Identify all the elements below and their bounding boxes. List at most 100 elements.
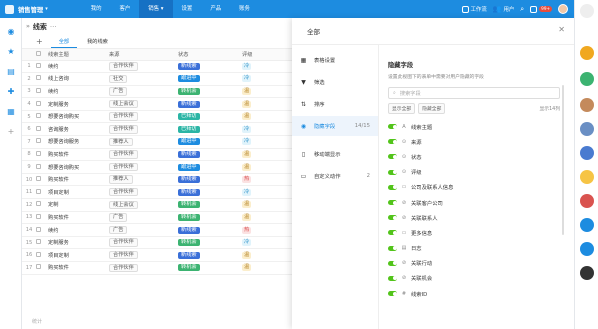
visibility-toggle[interactable]	[388, 291, 397, 297]
contact-avatar[interactable]	[580, 122, 594, 136]
row-checkbox[interactable]	[36, 160, 46, 174]
nav-item[interactable]: 客户	[111, 0, 140, 18]
cell-theme[interactable]: 购买软件	[46, 211, 109, 225]
visibility-toggle[interactable]	[388, 200, 397, 206]
nav-item[interactable]: 设置	[173, 0, 202, 18]
visibility-toggle[interactable]	[388, 245, 397, 251]
more-icon[interactable]: ···	[50, 23, 57, 31]
panel-menu-item[interactable]: ⇅ 排序	[292, 94, 378, 114]
row-checkbox[interactable]	[36, 185, 46, 200]
cell-theme[interactable]: 项目定制	[46, 248, 109, 262]
cell-theme[interactable]: 续约	[46, 60, 109, 74]
contact-avatar[interactable]	[580, 98, 594, 112]
row-checkbox[interactable]	[36, 223, 46, 237]
workflow-button[interactable]: 工作流	[461, 5, 487, 13]
cell-theme[interactable]: 定制服务	[46, 97, 109, 111]
row-checkbox[interactable]	[36, 60, 46, 74]
cell-theme[interactable]: 想要咨询服务	[46, 135, 109, 149]
cell-theme[interactable]: 咨询服务	[46, 122, 109, 137]
row-checkbox[interactable]	[36, 110, 46, 124]
row-checkbox[interactable]	[36, 148, 46, 162]
cell-theme[interactable]: 定制	[46, 198, 109, 212]
visibility-toggle[interactable]	[388, 230, 397, 236]
visibility-toggle[interactable]	[388, 154, 397, 160]
notification-button[interactable]: 99+	[530, 5, 552, 13]
select-all-checkbox[interactable]	[36, 49, 46, 61]
panel-menu-item[interactable]: ▦ 表格设置	[292, 50, 378, 70]
chart-icon[interactable]: ▤	[7, 68, 15, 76]
column-header-rating[interactable]: 评级	[242, 49, 292, 61]
table-row[interactable]: 8 购买软件 合作伙伴 新线索 温	[22, 148, 292, 162]
table-row[interactable]: 11 项目定制 合作伙伴 新线索 冷	[22, 185, 292, 200]
row-checkbox[interactable]	[36, 85, 46, 99]
cell-theme[interactable]: 定制服务	[46, 236, 109, 250]
table-row[interactable]: 17 购买软件 合作伙伴 转机会 温	[22, 261, 292, 275]
table-row[interactable]: 12 定制 线上会议 转机会 温	[22, 198, 292, 212]
cell-theme[interactable]: 续约	[46, 85, 109, 99]
visibility-toggle[interactable]	[388, 260, 397, 266]
row-checkbox[interactable]	[36, 97, 46, 111]
puzzle-icon[interactable]: ✚	[7, 88, 15, 96]
row-checkbox[interactable]	[36, 198, 46, 212]
table-row[interactable]: 10 购买软件 推荐人 新线索 热	[22, 173, 292, 187]
building-icon[interactable]: ▦	[7, 108, 15, 116]
table-row[interactable]: 4 定制服务 线上会议 新线索 温	[22, 97, 292, 111]
visibility-toggle[interactable]	[388, 215, 397, 221]
row-checkbox[interactable]	[36, 211, 46, 225]
contact-avatar[interactable]	[580, 194, 594, 208]
table-row[interactable]: 14 续约 广告 新线索 热	[22, 223, 292, 237]
nav-item[interactable]: 销售 ▾	[139, 0, 173, 18]
send-icon[interactable]	[580, 46, 594, 60]
contact-avatar[interactable]	[580, 146, 594, 160]
column-header-status[interactable]: 状态	[178, 49, 242, 61]
hide-all-button[interactable]: 隐藏全部	[418, 103, 446, 114]
row-checkbox[interactable]	[36, 122, 46, 137]
cell-theme[interactable]: 想要咨询购买	[46, 160, 109, 174]
emoji-avatar[interactable]	[580, 170, 594, 184]
cell-theme[interactable]: 项目定制	[46, 185, 109, 200]
visibility-toggle[interactable]	[388, 169, 397, 175]
group-chat-icon[interactable]	[580, 242, 594, 256]
cell-theme[interactable]: 想要咨询购买	[46, 110, 109, 124]
show-all-button[interactable]: 显示全部	[388, 103, 416, 114]
search-button[interactable]: ⌕	[520, 5, 524, 14]
table-row[interactable]: 3 续约 广告 转机会 温	[22, 85, 292, 99]
table-row[interactable]: 15 定制服务 合作伙伴 转机会 冷	[22, 236, 292, 250]
panel-menu-item[interactable]: ▯ 移动端显示	[292, 144, 378, 164]
row-checkbox[interactable]	[36, 135, 46, 149]
contact-avatar[interactable]	[580, 266, 594, 280]
chat-icon[interactable]	[580, 218, 594, 232]
table-row[interactable]: 7 想要咨询服务 推荐人 跟进中 冷	[22, 135, 292, 149]
nav-item[interactable]: 产品	[201, 0, 230, 18]
panel-menu-item[interactable]: ◉ 隐藏字段 14/15	[292, 116, 378, 136]
table-row[interactable]: 9 想要咨询购买 合作伙伴 跟进中 温	[22, 160, 292, 174]
row-checkbox[interactable]	[36, 236, 46, 250]
panel-menu-item[interactable]: ▭ 自定义动作 2	[292, 166, 378, 186]
table-row[interactable]: 6 咨询服务 合作伙伴 已拜访 冷	[22, 122, 292, 137]
visibility-toggle[interactable]	[388, 275, 397, 281]
check-icon[interactable]	[580, 72, 594, 86]
row-checkbox[interactable]	[36, 248, 46, 262]
app-title[interactable]: 销售管理	[18, 5, 43, 14]
cell-theme[interactable]: 购买软件	[46, 148, 109, 162]
row-checkbox[interactable]	[36, 261, 46, 275]
table-row[interactable]: 2 线上咨询 社交 跟进中 冷	[22, 72, 292, 86]
add-icon[interactable]: +	[7, 128, 15, 136]
row-checkbox[interactable]	[36, 72, 46, 86]
tab-all[interactable]: 全部	[50, 36, 78, 48]
star-icon[interactable]: ★	[7, 48, 15, 56]
add-view-icon[interactable]: +	[36, 37, 43, 46]
table-row[interactable]: 13 购买软件 广告 转机会 温	[22, 211, 292, 225]
visibility-toggle[interactable]	[388, 124, 397, 130]
scrollbar[interactable]	[562, 85, 564, 235]
row-checkbox[interactable]	[36, 173, 46, 187]
table-row[interactable]: 1 续约 合作伙伴 新线索 冷	[22, 60, 292, 74]
cell-theme[interactable]: 线上咨询	[46, 72, 109, 86]
user-avatar[interactable]	[558, 4, 568, 14]
calendar-icon[interactable]	[580, 4, 594, 18]
table-row[interactable]: 5 想要咨询购买 合作伙伴 已拜访 温	[22, 110, 292, 124]
cell-theme[interactable]: 续约	[46, 223, 109, 237]
column-header-theme[interactable]: 线索主题	[46, 49, 109, 61]
visibility-toggle[interactable]	[388, 184, 397, 190]
nav-item[interactable]: 我的	[82, 0, 111, 18]
